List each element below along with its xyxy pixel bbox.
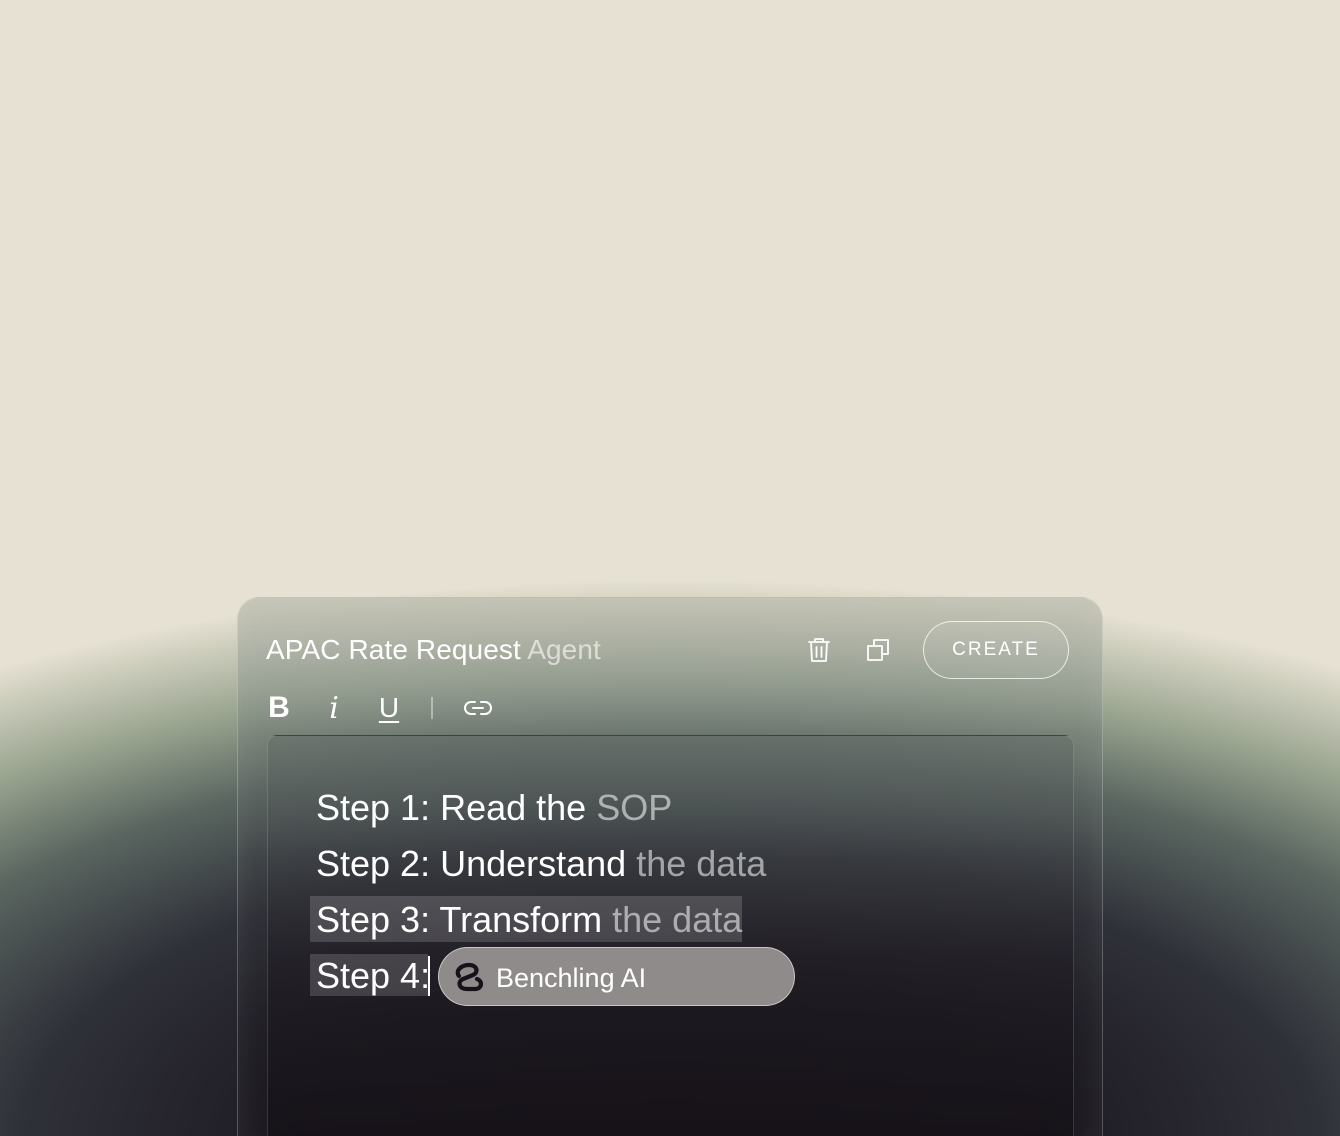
benchling-ai-label: Benchling AI <box>496 963 647 993</box>
link-icon <box>464 701 492 715</box>
create-button[interactable]: CREATE <box>923 621 1069 679</box>
delete-button[interactable] <box>803 634 835 666</box>
trash-icon <box>808 638 830 662</box>
editor-line: Step 3: Transform the data <box>316 899 743 940</box>
editor-line: Step 2: Understand the data <box>316 843 767 884</box>
text-caret <box>428 956 430 996</box>
benchling-logo-icon <box>455 962 483 992</box>
title-muted: Agent <box>527 634 601 665</box>
editor-line: Step 4: <box>316 955 431 996</box>
underline-button[interactable]: U <box>374 688 404 728</box>
italic-button[interactable]: i <box>320 688 348 728</box>
link-button[interactable] <box>462 688 494 728</box>
duplicate-button[interactable] <box>862 634 894 666</box>
bold-button[interactable]: B <box>264 688 294 728</box>
page-title: APAC Rate Request Agent <box>266 634 601 666</box>
copy-icon <box>867 639 889 661</box>
toolbar-divider <box>431 697 433 719</box>
title-main: APAC Rate Request <box>266 634 528 665</box>
editor-line: Step 1: Read the SOP <box>316 787 673 828</box>
benchling-ai-suggestion-button[interactable]: Benchling AI <box>438 947 795 1006</box>
